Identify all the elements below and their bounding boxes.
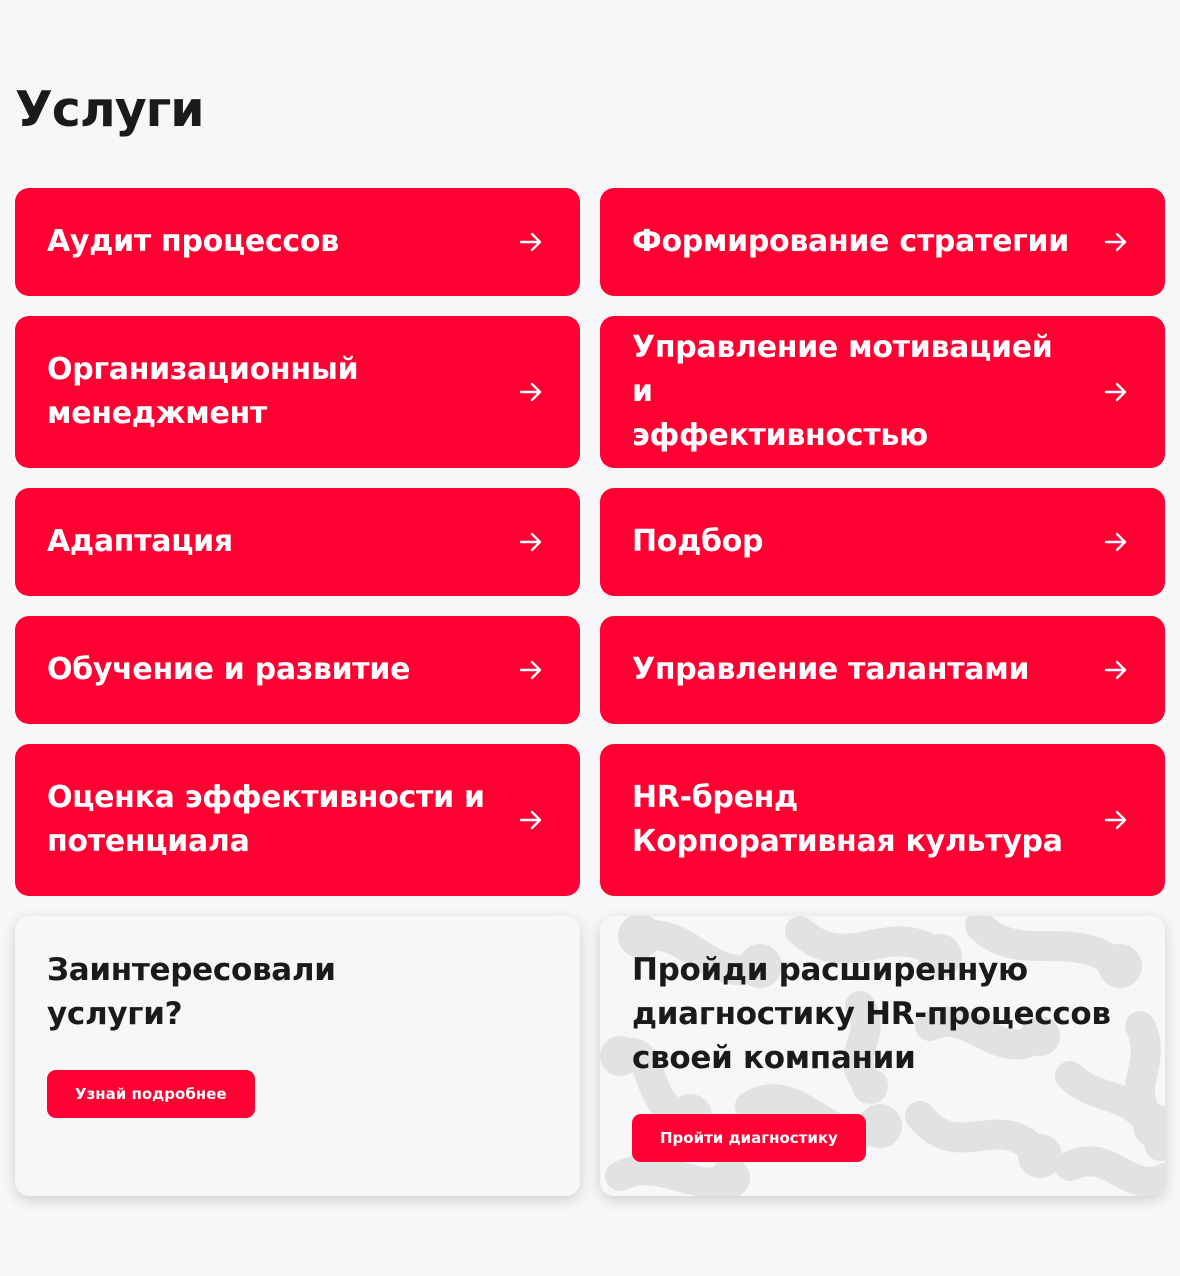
arrow-right-icon xyxy=(519,532,542,552)
arrow-right-icon xyxy=(1104,232,1127,252)
cta-title: Пройди расширенную диагностику HR-процес… xyxy=(632,952,1111,1076)
arrow-right-icon xyxy=(519,810,542,830)
arrow-right-icon xyxy=(1104,532,1127,552)
service-card-talent[interactable]: Управление талантами xyxy=(600,616,1165,724)
arrow-right-icon xyxy=(1104,810,1127,830)
service-label: Оценка эффективности и потенциала xyxy=(47,780,485,859)
service-card-audit[interactable]: Аудит процессов xyxy=(15,188,580,296)
service-label: HR-бренд Корпоративная культура xyxy=(632,780,1063,859)
service-card-recruitment[interactable]: Подбор xyxy=(600,488,1165,596)
section-title: Услуги xyxy=(15,81,205,138)
service-card-motivation[interactable]: Управление мотивацией и эффективностью xyxy=(600,316,1165,468)
cta-card-diagnostics: Пройди расширенную диагностику HR-процес… xyxy=(600,916,1165,1196)
service-card-strategy[interactable]: Формирование стратегии xyxy=(600,188,1165,296)
learn-more-button[interactable]: Узнай подробнее xyxy=(47,1070,255,1118)
service-label: Организационный менеджмент xyxy=(47,352,359,431)
cta-title: Заинтересовали услуги? xyxy=(47,952,336,1032)
service-card-hr-brand[interactable]: HR-бренд Корпоративная культура xyxy=(600,744,1165,896)
service-card-assessment[interactable]: Оценка эффективности и потенциала xyxy=(15,744,580,896)
cta-row: Заинтересовали услуги? Узнай подробнее П… xyxy=(15,916,1165,1196)
service-label: Обучение и развитие xyxy=(47,652,411,687)
service-label: Аудит процессов xyxy=(47,224,339,259)
services-grid: Аудит процессов Формирование стратегии О… xyxy=(15,188,1165,896)
service-label: Адаптация xyxy=(47,524,233,559)
arrow-right-icon xyxy=(1104,382,1127,402)
arrow-right-icon xyxy=(519,382,542,402)
arrow-right-icon xyxy=(1104,660,1127,680)
take-diagnostics-button[interactable]: Пройти диагностику xyxy=(632,1114,866,1162)
service-card-org-management[interactable]: Организационный менеджмент xyxy=(15,316,580,468)
service-label: Подбор xyxy=(632,524,764,559)
arrow-right-icon xyxy=(519,660,542,680)
service-card-training[interactable]: Обучение и развитие xyxy=(15,616,580,724)
cta-card-interest: Заинтересовали услуги? Узнай подробнее xyxy=(15,916,580,1196)
arrow-right-icon xyxy=(519,232,542,252)
service-label: Формирование стратегии xyxy=(632,224,1069,259)
service-label: Управление талантами xyxy=(632,652,1030,687)
service-label: Управление мотивацией и эффективностью xyxy=(632,330,1053,453)
service-card-adaptation[interactable]: Адаптация xyxy=(15,488,580,596)
